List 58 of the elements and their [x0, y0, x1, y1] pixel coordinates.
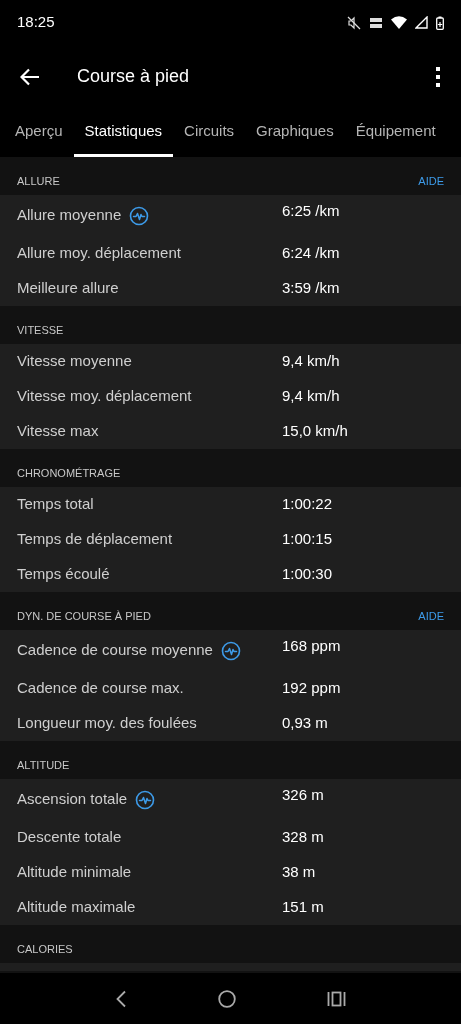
stat-value: 3:59 /km: [282, 278, 340, 299]
muted-speaker-icon: [347, 15, 361, 30]
stat-label: Altitude minimale: [17, 862, 132, 883]
stat-label: Meilleure allure: [17, 278, 119, 299]
activity-chart-icon[interactable]: [135, 789, 156, 810]
section-header: ALLURE: [17, 173, 60, 189]
nav-back-icon[interactable]: [115, 989, 128, 1008]
stat-label: Descente totale: [17, 827, 122, 848]
stat-value: 328 m: [282, 827, 324, 848]
wifi-icon: [391, 16, 407, 29]
stat-label: Cadence de course max.: [17, 678, 184, 699]
stat-label: Cadence de course moyenne: [17, 640, 213, 661]
stat-value: 192 ppm: [282, 678, 341, 699]
section-header: ALTITUDE: [17, 757, 70, 773]
stat-label: Ascension totale: [17, 789, 128, 810]
section-header: CALORIES: [17, 941, 73, 957]
help-link[interactable]: AIDE: [418, 607, 444, 624]
stat-label: Longueur moy. des foulées: [17, 713, 197, 734]
stat-label: Temps de déplacement: [17, 529, 173, 550]
recent-apps-icon[interactable]: [326, 990, 346, 1007]
tab[interactable]: Aperçu: [0, 108, 74, 157]
stat-value: 1:00:30: [282, 564, 333, 585]
section-header: DYN. DE COURSE À PIED: [17, 608, 151, 624]
stat-label: Temps écoulé: [17, 564, 110, 585]
back-arrow-icon[interactable]: [20, 67, 40, 86]
stat-value: 1:00:15: [282, 529, 333, 550]
section-header: CHRONOMÉTRAGE: [17, 465, 121, 481]
stat-value: 1:00:22: [282, 494, 333, 515]
stat-value: 168 ppm: [282, 636, 341, 657]
stat-value: 9,4 km/h: [282, 351, 340, 372]
stat-value: 9,4 km/h: [282, 386, 340, 407]
home-icon[interactable]: [218, 989, 236, 1008]
stat-value: 6:25 /km: [282, 201, 340, 222]
more-options-icon[interactable]: [435, 66, 441, 87]
signal-icon: [415, 16, 428, 29]
stat-label: Vitesse max: [17, 421, 99, 442]
tab[interactable]: Circuits: [173, 108, 246, 157]
stat-label: Vitesse moy. déplacement: [17, 386, 192, 407]
screen-title: Course à pied: [77, 65, 191, 88]
stat-label: Vitesse moyenne: [17, 351, 132, 372]
stat-label: Allure moy. déplacement: [17, 243, 181, 264]
battery-icon: [436, 15, 444, 30]
stat-value: 38 m: [282, 862, 316, 883]
stat-value: 15,0 km/h: [282, 421, 348, 442]
stat-label: Allure moyenne: [17, 205, 122, 226]
stat-label: Altitude maximale: [17, 897, 136, 918]
section-header: VITESSE: [17, 322, 64, 338]
status-time: 18:25: [17, 12, 55, 33]
activity-chart-icon[interactable]: [220, 640, 241, 661]
stat-label: Temps total: [17, 494, 94, 515]
stat-value: 0,93 m: [282, 713, 328, 734]
help-link[interactable]: AIDE: [418, 172, 444, 189]
stat-value: 326 m: [282, 785, 324, 806]
tab[interactable]: Équipement: [344, 108, 447, 157]
activity-chart-icon[interactable]: [129, 205, 150, 226]
stat-value: 151 m: [282, 897, 324, 918]
stat-value: 6:24 /km: [282, 243, 340, 264]
tab[interactable]: Graphiques: [245, 108, 345, 157]
